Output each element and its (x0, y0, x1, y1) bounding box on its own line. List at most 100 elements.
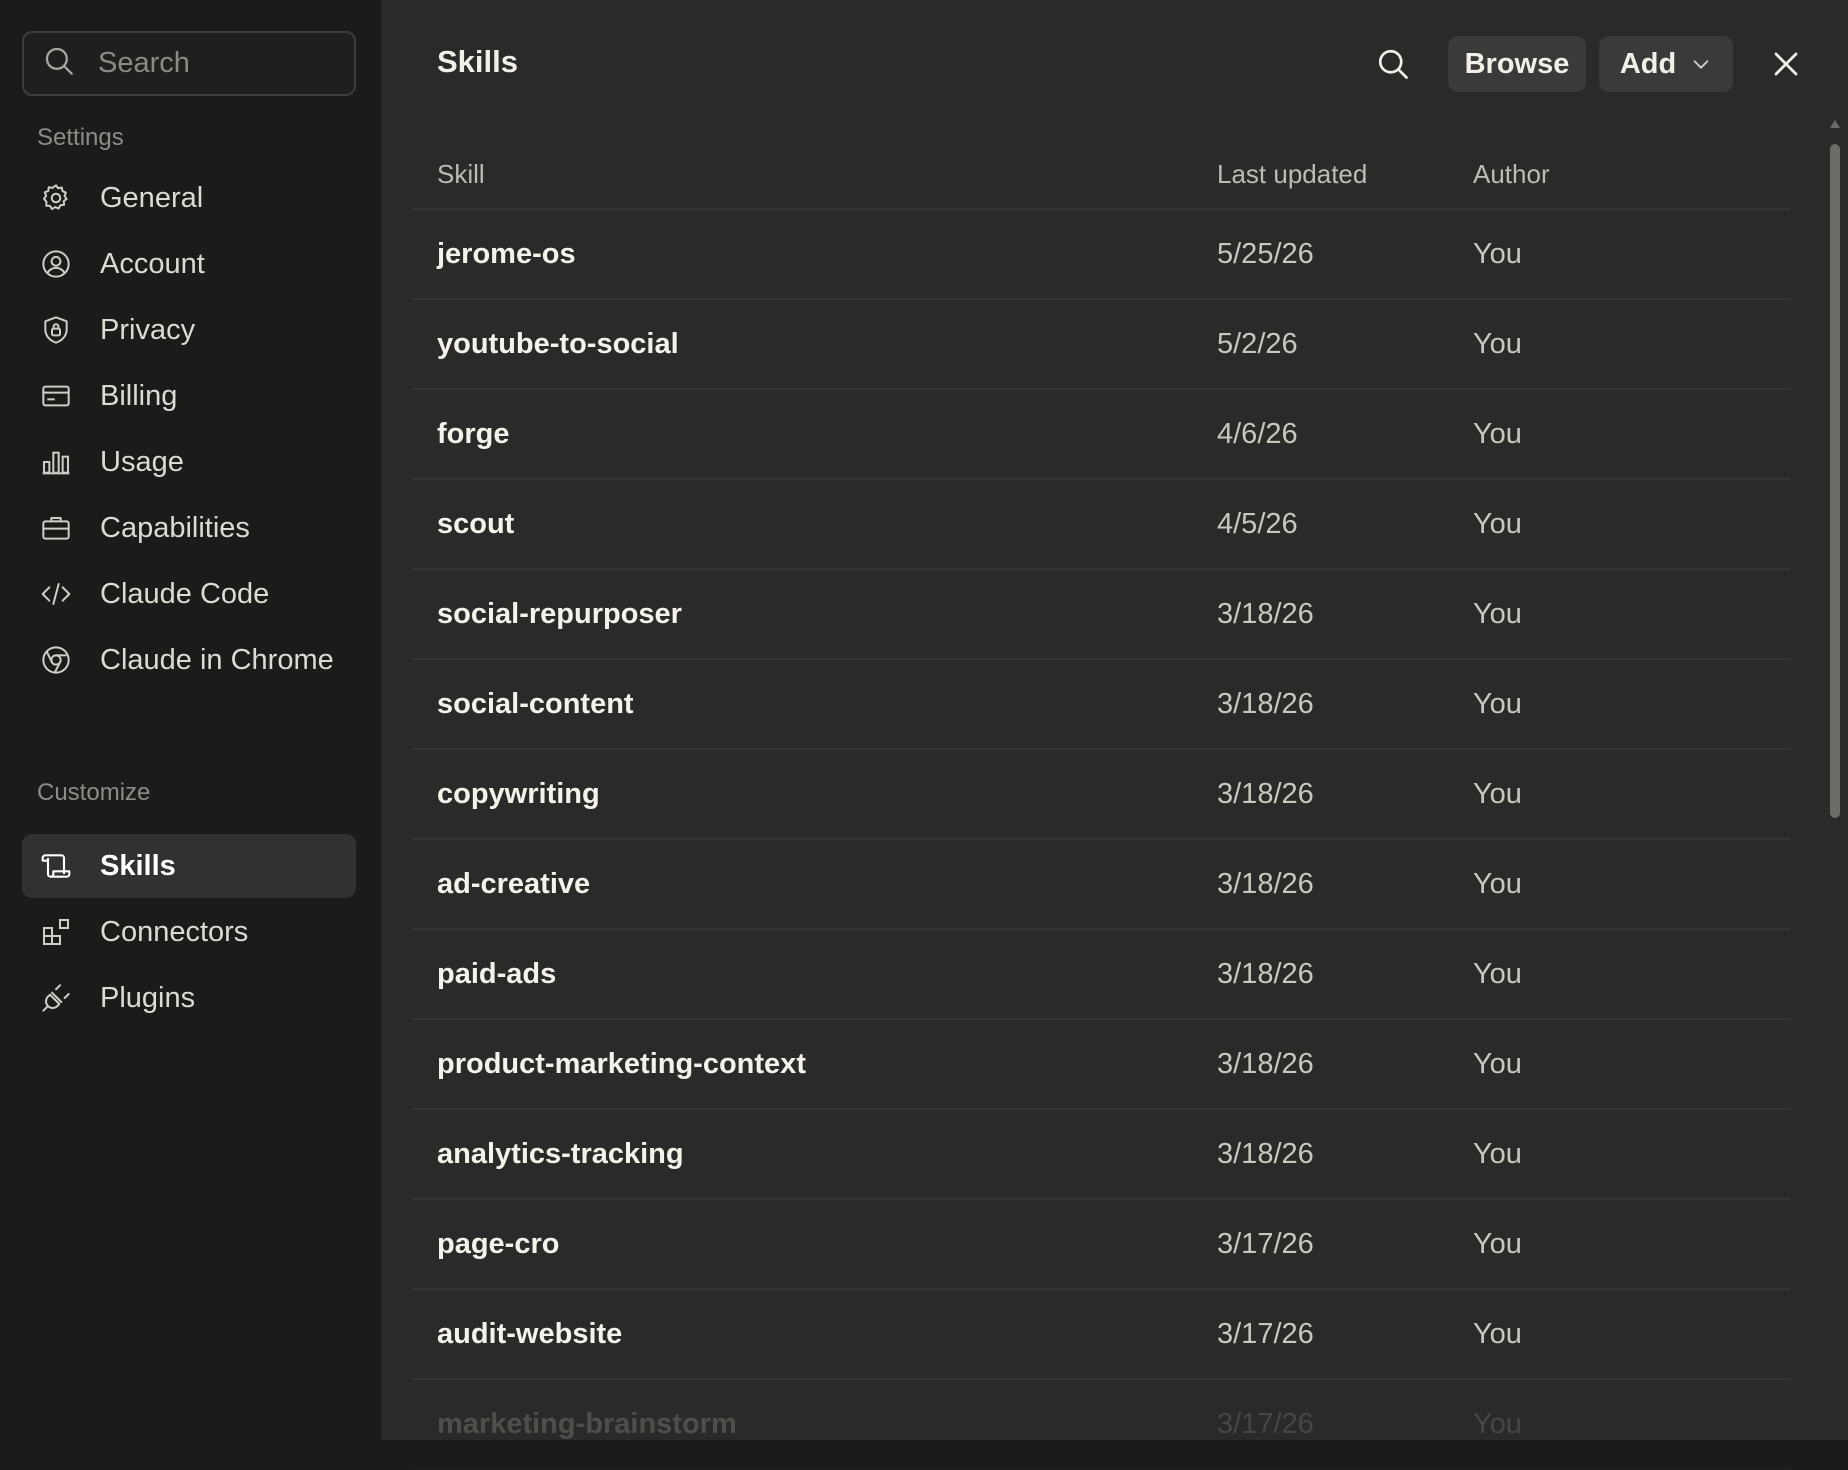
plug-icon (38, 980, 74, 1016)
author-cell: You (1473, 777, 1522, 810)
table-row[interactable]: forge 4/6/26 You (412, 390, 1790, 480)
last-updated-cell: 3/17/26 (1217, 1227, 1314, 1260)
author-cell: You (1473, 597, 1522, 630)
table-row[interactable]: social-repurposer 3/18/26 You (412, 570, 1790, 660)
table-row[interactable]: paid-ads 3/18/26 You (412, 930, 1790, 1020)
sidebar-item-billing[interactable]: Billing (22, 364, 356, 428)
settings-window: Settings General Account (0, 0, 1848, 1470)
author-cell: You (1473, 1137, 1522, 1170)
table-row[interactable]: audit-website 3/17/26 You (412, 1290, 1790, 1380)
author-cell: You (1473, 1407, 1522, 1440)
last-updated-cell: 3/18/26 (1217, 957, 1314, 990)
author-cell: You (1473, 327, 1522, 360)
table-row[interactable]: page-cro 3/17/26 You (412, 1200, 1790, 1290)
last-updated-cell: 3/18/26 (1217, 1137, 1314, 1170)
author-cell: You (1473, 687, 1522, 720)
sidebar-item-label: Claude Code (100, 577, 270, 610)
table-body: jerome-os 5/25/26 You youtube-to-social 5/2/… (412, 210, 1790, 1470)
scrollbar[interactable] (1829, 120, 1841, 820)
user-circle-icon (38, 246, 74, 282)
settings-section-label: Settings (37, 124, 124, 151)
last-updated-cell: 3/18/26 (1217, 777, 1314, 810)
sidebar-search-input[interactable] (96, 46, 326, 81)
last-updated-cell: 3/17/26 (1217, 1317, 1314, 1350)
skill-name: ad-creative (437, 867, 591, 900)
skill-name: paid-ads (437, 957, 557, 990)
author-cell: You (1473, 417, 1522, 450)
briefcase-icon (38, 510, 74, 546)
last-updated-cell: 5/25/26 (1217, 237, 1314, 270)
table-row[interactable]: copywriting 3/18/26 You (412, 750, 1790, 840)
chevron-down-icon (1690, 53, 1712, 75)
sidebar-item-general[interactable]: General (22, 166, 356, 230)
scroll-up-arrow-icon[interactable] (1830, 120, 1840, 128)
table-row[interactable]: product-marketing-context 3/18/26 You (412, 1020, 1790, 1110)
close-button[interactable] (1764, 44, 1808, 88)
column-header-last-updated[interactable]: Last updated (1217, 159, 1473, 190)
table-header: Skill Last updated Author (412, 140, 1790, 210)
table-row[interactable]: ad-creative 3/18/26 You (412, 840, 1790, 930)
author-cell: You (1473, 957, 1522, 990)
table-row[interactable]: scout 4/5/26 You (412, 480, 1790, 570)
sidebar: Settings General Account (0, 0, 381, 1440)
skill-name: jerome-os (437, 237, 576, 270)
last-updated-cell: 3/18/26 (1217, 1047, 1314, 1080)
last-updated-cell: 3/18/26 (1217, 597, 1314, 630)
column-header-skill[interactable]: Skill (412, 159, 1217, 190)
page-title: Skills (437, 44, 518, 79)
sidebar-item-usage[interactable]: Usage (22, 430, 356, 494)
sidebar-item-label: Billing (100, 379, 178, 412)
sidebar-item-connectors[interactable]: Connectors (22, 900, 356, 964)
sidebar-item-claude-in-chrome[interactable]: Claude in Chrome (22, 628, 356, 692)
author-cell: You (1473, 1227, 1522, 1260)
code-icon (38, 576, 74, 612)
skill-name: social-repurposer (437, 597, 682, 630)
add-button-label: Add (1619, 47, 1677, 80)
sidebar-item-skills[interactable]: Skills (22, 834, 356, 898)
browse-button-label: Browse (1464, 47, 1570, 80)
sidebar-item-capabilities[interactable]: Capabilities (22, 496, 356, 560)
sidebar-item-claude-code[interactable]: Claude Code (22, 562, 356, 626)
last-updated-cell: 4/5/26 (1217, 507, 1298, 540)
table-row[interactable]: youtube-to-social 5/2/26 You (412, 300, 1790, 390)
sidebar-item-label: Usage (100, 445, 184, 478)
last-updated-cell: 3/18/26 (1217, 867, 1314, 900)
sidebar-item-label: Plugins (100, 981, 196, 1014)
table-row[interactable]: marketing-brainstorm 3/17/26 You (412, 1380, 1790, 1470)
table-row[interactable]: social-content 3/18/26 You (412, 660, 1790, 750)
search-icon (42, 44, 76, 83)
header-search-button[interactable] (1369, 42, 1417, 90)
browse-button[interactable]: Browse (1448, 36, 1586, 92)
customize-nav: Skills Connectors Plugins (22, 834, 356, 1032)
bar-chart-icon (38, 444, 74, 480)
skill-name: audit-website (437, 1317, 623, 1350)
last-updated-cell: 3/17/26 (1217, 1407, 1314, 1440)
add-button[interactable]: Add (1599, 36, 1733, 92)
skill-name: scout (437, 507, 515, 540)
scrollbar-thumb[interactable] (1830, 144, 1840, 818)
table-row[interactable]: analytics-tracking 3/18/26 You (412, 1110, 1790, 1200)
sidebar-search-box[interactable] (22, 31, 356, 96)
sidebar-item-label: Connectors (100, 915, 249, 948)
gear-icon (38, 180, 74, 216)
search-icon (1375, 46, 1411, 87)
sidebar-item-account[interactable]: Account (22, 232, 356, 296)
close-icon (1771, 49, 1801, 84)
customize-section-label: Customize (37, 779, 151, 806)
last-updated-cell: 4/6/26 (1217, 417, 1298, 450)
sidebar-item-plugins[interactable]: Plugins (22, 966, 356, 1030)
author-cell: You (1473, 507, 1522, 540)
skill-name: page-cro (437, 1227, 560, 1260)
sidebar-item-privacy[interactable]: Privacy (22, 298, 356, 362)
sidebar-item-label: Account (100, 247, 205, 280)
sidebar-item-label: Privacy (100, 313, 196, 346)
author-cell: You (1473, 1047, 1522, 1080)
author-cell: You (1473, 867, 1522, 900)
column-header-author[interactable]: Author (1473, 159, 1773, 190)
skill-name: copywriting (437, 777, 600, 810)
sidebar-item-label: Capabilities (100, 511, 250, 544)
last-updated-cell: 5/2/26 (1217, 327, 1298, 360)
skill-name: social-content (437, 687, 634, 720)
table-row[interactable]: jerome-os 5/25/26 You (412, 210, 1790, 300)
sidebar-item-label: General (100, 181, 204, 214)
